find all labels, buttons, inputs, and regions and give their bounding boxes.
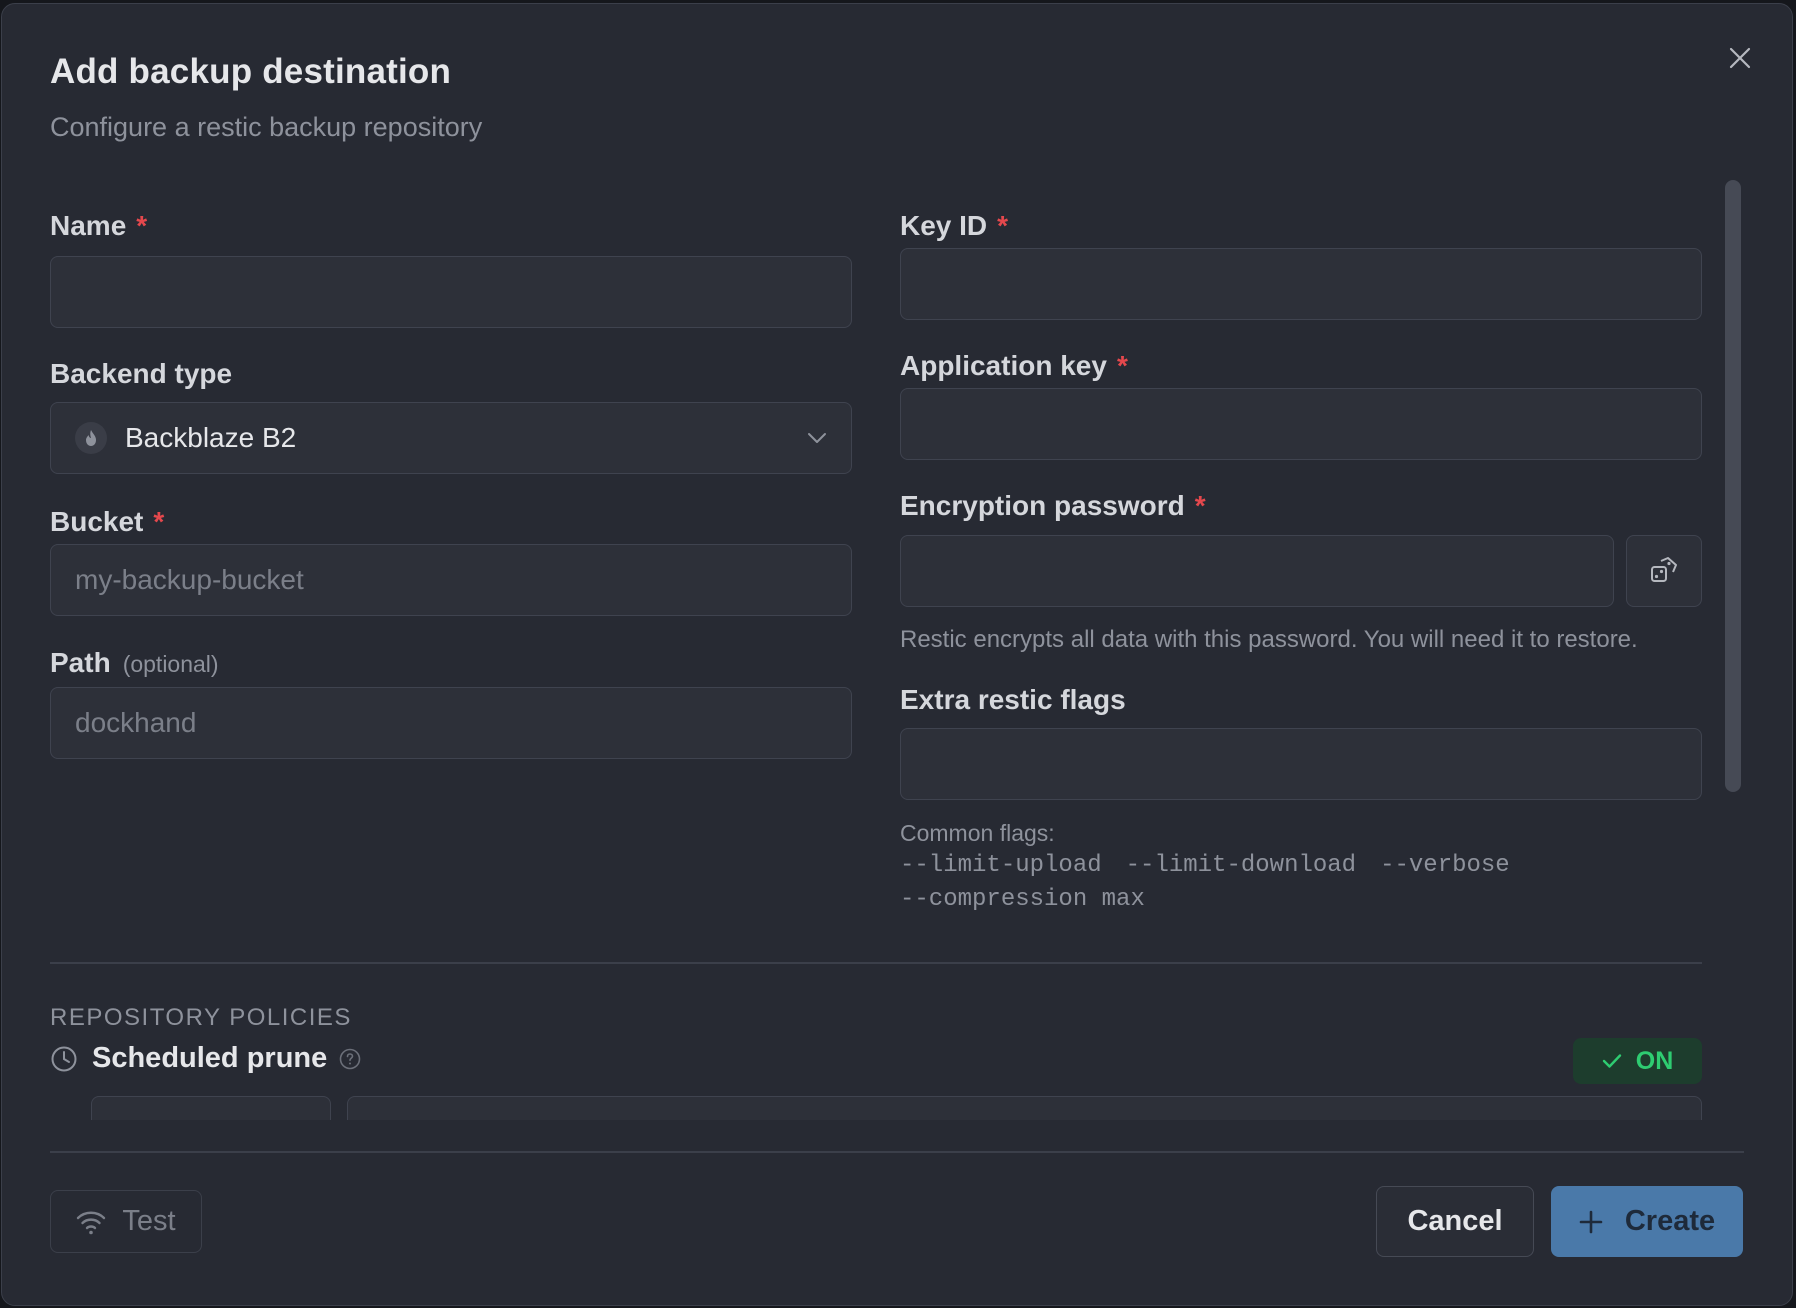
- common-flags-list: --limit-upload --limit-download --verbose …: [900, 849, 1534, 917]
- extra-flags-label: Extra restic flags: [900, 684, 1126, 715]
- flag-limit-upload: --limit-upload: [900, 852, 1102, 879]
- application-key-label: Application key *: [900, 350, 1128, 381]
- backblaze-flame-icon: [75, 422, 107, 454]
- test-button-label: Test: [122, 1205, 176, 1237]
- key-id-input[interactable]: [900, 248, 1702, 320]
- path-input[interactable]: [50, 687, 852, 759]
- encryption-password-label: Encryption password *: [900, 490, 1206, 521]
- common-flags-label: Common flags:: [900, 820, 1055, 846]
- help-circle-icon[interactable]: [339, 1048, 361, 1070]
- scheduled-prune-toggle[interactable]: ON: [1573, 1038, 1702, 1084]
- add-backup-destination-dialog: Add backup destination Configure a resti…: [1, 3, 1793, 1306]
- clock-icon: [51, 1046, 77, 1071]
- encryption-password-input[interactable]: [900, 535, 1614, 607]
- scheduled-prune-row: Scheduled prune: [50, 1042, 361, 1075]
- bucket-input[interactable]: [50, 544, 852, 616]
- prune-schedule-input[interactable]: [347, 1096, 1702, 1120]
- required-mark: *: [1116, 350, 1128, 381]
- prune-schedule-select[interactable]: [91, 1096, 331, 1120]
- required-mark: *: [136, 210, 148, 241]
- optional-hint: (optional): [122, 651, 219, 677]
- dialog-subtitle: Configure a restic backup repository: [50, 112, 483, 142]
- scheduled-prune-label: Scheduled prune: [92, 1042, 328, 1074]
- cancel-button[interactable]: Cancel: [1376, 1186, 1534, 1257]
- backend-type-value: Backblaze B2: [125, 422, 297, 453]
- backend-type-label: Backend type: [50, 358, 233, 389]
- generate-password-button[interactable]: [1626, 535, 1702, 607]
- name-label: Name *: [50, 210, 148, 241]
- footer-divider: [50, 1151, 1744, 1153]
- flag-verbose: --verbose: [1380, 852, 1510, 879]
- application-key-input[interactable]: [900, 388, 1702, 460]
- wifi-icon: [77, 1211, 106, 1234]
- required-mark: *: [1194, 490, 1206, 521]
- create-button-label: Create: [1624, 1205, 1716, 1237]
- check-icon: [1602, 1054, 1621, 1068]
- dice-icon: [1651, 557, 1677, 582]
- test-button[interactable]: Test: [50, 1190, 202, 1253]
- required-mark: *: [153, 506, 165, 537]
- scrollbar-thumb[interactable]: [1725, 180, 1741, 792]
- scrolled-content-clip: [2, 1094, 1762, 1120]
- chevron-down-icon: [808, 433, 826, 443]
- create-button[interactable]: Create: [1551, 1186, 1743, 1257]
- path-label: Path (optional): [50, 647, 219, 678]
- required-mark: *: [997, 210, 1009, 241]
- extra-flags-input[interactable]: [900, 728, 1702, 800]
- close-icon: [1729, 47, 1751, 69]
- plus-icon: [1579, 1210, 1603, 1233]
- bucket-label: Bucket *: [50, 506, 165, 537]
- encryption-password-hint: Restic encrypts all data with this passw…: [900, 626, 1638, 653]
- section-divider: [50, 962, 1702, 964]
- flag-limit-download: --limit-download: [1125, 852, 1357, 879]
- flag-compression-max: --compression max: [900, 886, 1145, 913]
- name-input[interactable]: [50, 256, 852, 328]
- backend-type-select[interactable]: Backblaze B2: [50, 402, 852, 474]
- toggle-status: ON: [1635, 1046, 1674, 1075]
- dialog-title: Add backup destination: [50, 52, 452, 91]
- close-button[interactable]: [1724, 42, 1756, 74]
- cancel-button-label: Cancel: [1407, 1205, 1503, 1237]
- repository-policies-heading: REPOSITORY POLICIES: [50, 1004, 352, 1031]
- key-id-label: Key ID *: [900, 210, 1009, 241]
